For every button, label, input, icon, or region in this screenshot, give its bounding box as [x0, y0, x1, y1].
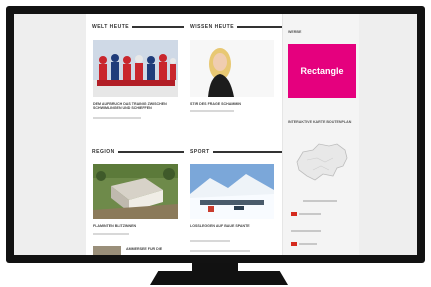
section-rule [117, 151, 184, 153]
section-title: WELT HEUTE [92, 24, 130, 30]
sidebar-flag-icon [291, 212, 297, 216]
team-photo-image [93, 40, 178, 97]
article-meta-line [190, 110, 234, 112]
section-header-region[interactable]: REGION [92, 149, 184, 155]
article-headline-sport[interactable]: LOSSLEGGEN AUF BAUE SPANTE [190, 224, 274, 228]
section-rule [237, 26, 286, 28]
article-meta-line [190, 240, 230, 242]
monitor-screen: WELT HEUTE DEM AUFBRUCH DAS TRAINIG ZWIS… [14, 14, 417, 255]
section-title: SPORT [190, 149, 210, 155]
sidebar: WERBE Rectangle INTERAKTIVE KARTE BOUTEN… [282, 14, 359, 255]
article-headline-welt[interactable]: DEM AUFBRUCH DAS TRAINIG ZWISCHEN SCHWIM… [93, 102, 177, 111]
map-widget-title[interactable]: INTERAKTIVE KARTE BOUTENPLAN [288, 120, 354, 124]
article-headline-wissen[interactable]: STIR DES FRAGE SCHAMMIN [190, 102, 274, 106]
article-headline-region[interactable]: FLAMINTEN BLITZINNEN [93, 224, 177, 228]
sidebar-line [299, 213, 321, 215]
monitor-stand-neck [192, 263, 238, 271]
article-image-region[interactable] [93, 164, 178, 219]
article-meta-line [93, 233, 129, 235]
section-rule [212, 151, 286, 153]
article-meta-line [93, 117, 141, 119]
article-image-wissen[interactable] [190, 40, 274, 97]
sidebar-line [303, 200, 337, 202]
sidebar-line [291, 230, 321, 232]
switzerland-map[interactable] [293, 140, 351, 184]
section-title: REGION [92, 149, 115, 155]
article-meta-line [190, 250, 250, 252]
sidebar-top-label: WERBE [288, 30, 302, 34]
monitor-stand-base [150, 271, 288, 285]
section-header-sport[interactable]: SPORT [190, 149, 286, 155]
aerial-house-image [93, 164, 178, 219]
monitor-frame: WELT HEUTE DEM AUFBRUCH DAS TRAINIG ZWIS… [6, 6, 425, 263]
ski-venue-image [190, 164, 274, 219]
ad-label: Rectangle [300, 66, 344, 76]
article-image-sport[interactable] [190, 164, 274, 219]
section-header-welt-heute[interactable]: WELT HEUTE [92, 24, 184, 30]
section-title: WISSEN HEUTE [190, 24, 235, 30]
portrait-image [190, 40, 274, 97]
ad-rectangle[interactable]: Rectangle [288, 44, 356, 98]
sidebar-line [299, 243, 317, 245]
section-rule [132, 26, 184, 28]
section-header-wissen-heute[interactable]: WISSEN HEUTE [190, 24, 286, 30]
article-image-bottom[interactable] [93, 246, 121, 255]
map-icon [296, 143, 348, 181]
article-headline-bottom[interactable]: AMMERSEE FUR DIE [126, 247, 186, 251]
sidebar-flag-icon [291, 242, 297, 246]
article-image-welt[interactable] [93, 40, 178, 97]
